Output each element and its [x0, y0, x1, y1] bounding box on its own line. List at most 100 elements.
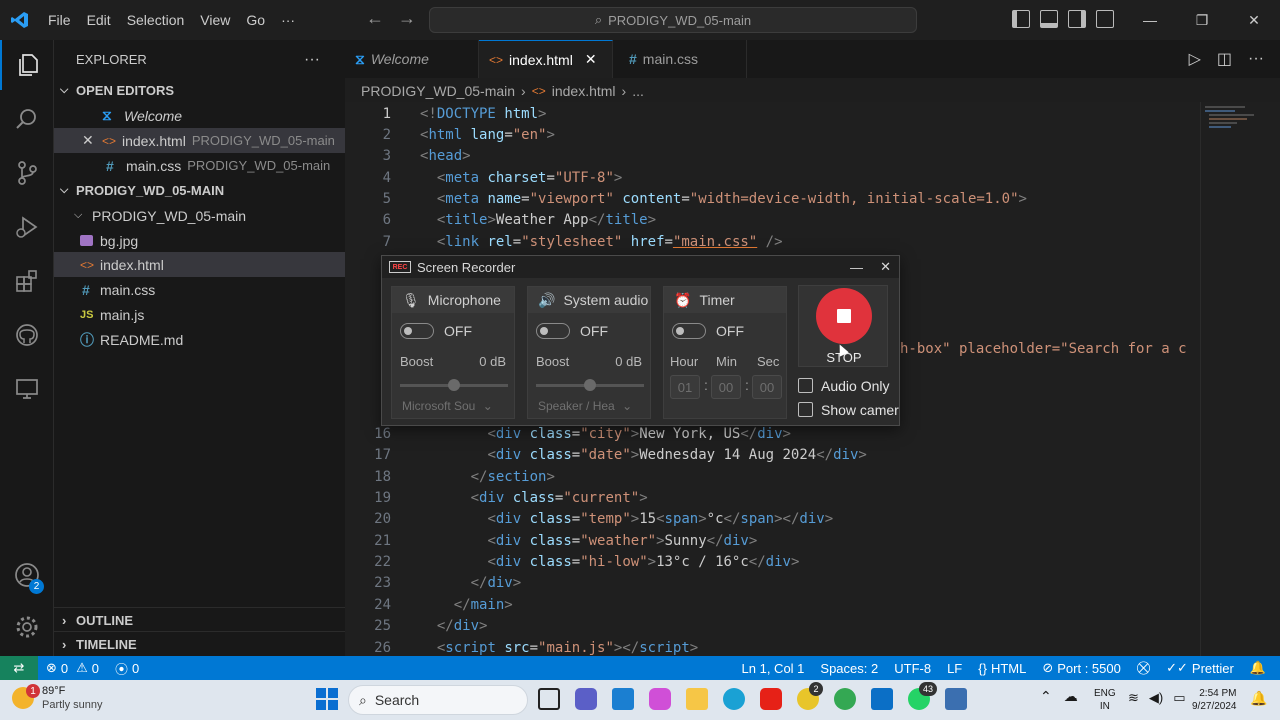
file-readme-md[interactable]: ⓘ README.md: [54, 327, 345, 352]
store-icon[interactable]: [871, 688, 893, 710]
breadcrumb-more[interactable]: ...: [632, 83, 644, 99]
outline-header[interactable]: › OUTLINE: [54, 607, 345, 632]
minimap[interactable]: [1200, 102, 1270, 656]
weather-widget[interactable]: 1 89°F Partly sunny: [12, 684, 103, 712]
notifications-bell-icon[interactable]: 🔔: [1250, 690, 1267, 707]
whatsapp-icon[interactable]: 43: [908, 682, 937, 710]
tab-main-css[interactable]: # main.css: [613, 40, 747, 78]
start-button[interactable]: [316, 688, 338, 715]
more-actions-icon[interactable]: ···: [1248, 50, 1264, 68]
hour-input[interactable]: 01: [670, 375, 700, 399]
minimize-icon[interactable]: —: [850, 260, 863, 275]
copilot-indicator[interactable]: ⛒: [1129, 660, 1158, 676]
forward-arrow-icon[interactable]: →: [398, 8, 416, 29]
menu-view[interactable]: View: [192, 0, 238, 40]
file-index-html[interactable]: <> index.html: [54, 252, 345, 277]
encoding[interactable]: UTF-8: [886, 661, 939, 676]
problems-indicator[interactable]: ⊗ 0 ⚠ 0: [38, 660, 107, 676]
menu-go[interactable]: Go: [238, 0, 273, 40]
indentation[interactable]: Spaces: 2: [812, 661, 886, 676]
file-main-css[interactable]: # main.css: [54, 277, 345, 302]
cursor-position[interactable]: Ln 1, Col 1: [734, 661, 813, 676]
open-editor-main-css[interactable]: # main.css PRODIGY_WD_05-main: [54, 153, 345, 178]
recorder-titlebar[interactable]: REC Screen Recorder — ✕: [382, 256, 899, 278]
teams-icon[interactable]: [575, 688, 597, 710]
chevron-up-icon[interactable]: ⌃: [1040, 688, 1052, 705]
toggle-secondary-sidebar-icon[interactable]: [1068, 10, 1086, 28]
min-input[interactable]: 00: [711, 375, 741, 399]
command-center-search[interactable]: ⌕ PRODIGY_WD_05-main: [429, 7, 917, 33]
remote-explorer-icon[interactable]: [0, 364, 54, 414]
sec-input[interactable]: 00: [752, 375, 782, 399]
remote-indicator[interactable]: ⇄: [0, 656, 38, 680]
menu-more-icon[interactable]: ···: [273, 0, 303, 40]
split-editor-icon[interactable]: ◫: [1217, 49, 1232, 69]
close-editor-icon[interactable]: ✕: [82, 132, 102, 149]
open-editor-index-html[interactable]: ✕ <> index.html PRODIGY_WD_05-main: [54, 128, 345, 153]
file-explorer-icon[interactable]: [686, 688, 708, 710]
file-main-js[interactable]: JS main.js: [54, 302, 345, 327]
back-arrow-icon[interactable]: ←: [366, 8, 384, 29]
microphone-toggle[interactable]: [400, 323, 434, 339]
live-server-port[interactable]: ⊘ Port : 5500: [1034, 660, 1129, 676]
breadcrumb-folder[interactable]: PRODIGY_WD_05-main: [361, 83, 515, 99]
close-tab-icon[interactable]: ✕: [585, 51, 597, 68]
notifications-bell[interactable]: 🔔: [1242, 660, 1280, 676]
close-icon[interactable]: ✕: [880, 259, 891, 275]
toggle-panel-icon[interactable]: [1040, 10, 1058, 28]
toggle-primary-sidebar-icon[interactable]: [1012, 10, 1030, 28]
tab-welcome[interactable]: ⧖ Welcome: [345, 40, 479, 78]
slider-knob[interactable]: [584, 379, 596, 391]
restore-icon[interactable]: ❐: [1176, 0, 1228, 40]
line-ending[interactable]: LF: [939, 661, 970, 676]
workspace-header[interactable]: ⌵ PRODIGY_WD_05-MAIN: [54, 178, 345, 203]
run-debug-icon[interactable]: [0, 202, 54, 252]
source-control-icon[interactable]: [0, 148, 54, 198]
audio-only-checkbox[interactable]: [798, 378, 813, 393]
menu-edit[interactable]: Edit: [79, 0, 119, 40]
notification-app-icon[interactable]: 2: [797, 682, 823, 710]
accounts-icon[interactable]: 2: [0, 550, 54, 600]
file-bg-jpg[interactable]: bg.jpg: [54, 228, 345, 253]
screen-recorder-app-icon[interactable]: [945, 688, 967, 710]
extensions-icon[interactable]: [0, 256, 54, 306]
task-view-icon[interactable]: [538, 688, 560, 710]
minimize-icon[interactable]: —: [1124, 0, 1176, 40]
cloud-icon[interactable]: ☁: [1064, 688, 1078, 705]
run-icon[interactable]: ▷: [1189, 49, 1201, 69]
youtube-icon[interactable]: [760, 688, 782, 710]
language-mode[interactable]: {} HTML: [970, 661, 1034, 676]
taskbar-search[interactable]: ⌕ Search: [348, 685, 528, 715]
system-audio-toggle[interactable]: [536, 323, 570, 339]
chrome-icon[interactable]: [834, 688, 856, 710]
input-language[interactable]: ENG IN: [1094, 687, 1116, 713]
timer-toggle[interactable]: [672, 323, 706, 339]
timeline-header[interactable]: › TIMELINE: [54, 631, 345, 656]
widgets-icon[interactable]: [612, 688, 634, 710]
copilot-app-icon[interactable]: [649, 688, 671, 710]
explorer-more-icon[interactable]: ···: [304, 51, 320, 69]
slider-knob[interactable]: [448, 379, 460, 391]
microphone-boost-slider[interactable]: [400, 379, 508, 391]
settings-gear-icon[interactable]: [0, 602, 54, 652]
folder-prodigy[interactable]: ⌵ PRODIGY_WD_05-main: [54, 203, 345, 228]
close-icon[interactable]: ✕: [1228, 0, 1280, 40]
menu-selection[interactable]: Selection: [119, 0, 193, 40]
stop-button[interactable]: [816, 288, 872, 344]
github-icon[interactable]: [0, 310, 54, 360]
customize-layout-icon[interactable]: [1096, 10, 1114, 28]
open-editor-welcome[interactable]: ⧖ Welcome: [54, 103, 345, 128]
system-audio-boost-slider[interactable]: [536, 379, 644, 391]
system-audio-device-select[interactable]: Speaker / Hea ⌄: [538, 399, 632, 413]
clock[interactable]: 2:54 PM 9/27/2024: [1192, 687, 1237, 713]
explorer-icon[interactable]: [0, 40, 54, 90]
search-icon[interactable]: [0, 94, 54, 144]
show-camera-checkbox[interactable]: [798, 402, 813, 417]
microphone-device-select[interactable]: Microsoft Sou ⌄: [402, 399, 493, 413]
menu-file[interactable]: File: [40, 0, 79, 40]
ports-indicator[interactable]: ⦿ 0: [107, 659, 147, 678]
edge-icon[interactable]: [723, 688, 745, 710]
open-editors-header[interactable]: ⌵ OPEN EDITORS: [54, 78, 345, 103]
prettier-indicator[interactable]: ✓✓ Prettier: [1158, 660, 1242, 676]
quick-settings[interactable]: ≋ ◀) ▭: [1128, 690, 1186, 706]
